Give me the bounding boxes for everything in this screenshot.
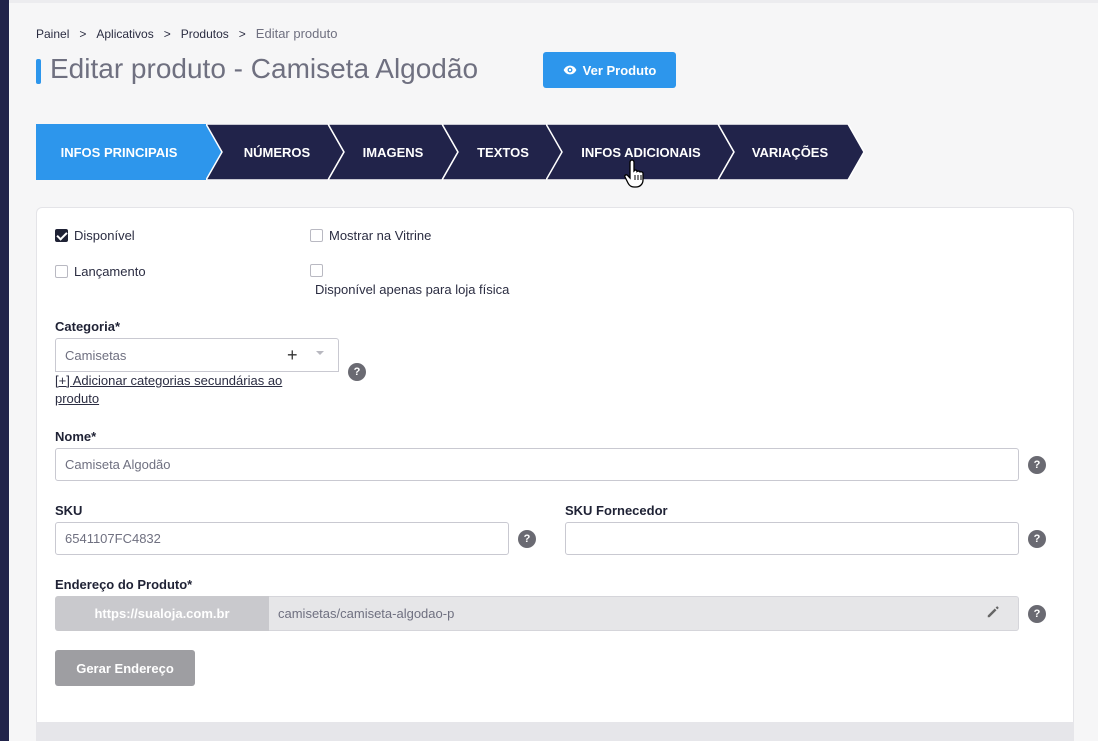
eye-icon (563, 65, 576, 75)
title-accent-bar (36, 59, 41, 84)
tab-imagens[interactable]: IMAGENS (328, 124, 458, 180)
tab-label: INFOS PRINCIPAIS (60, 144, 178, 160)
url-prefix: https://sualoja.com.br (55, 596, 269, 631)
add-secondary-categories-link[interactable]: [+] Adicionar categorias secundárias ao … (55, 372, 325, 408)
tab-variacoes[interactable]: VARIAÇÕES (718, 124, 866, 180)
tab-label: NÚMEROS (243, 144, 311, 160)
loja-fisica-label: Disponível apenas para loja física (315, 282, 510, 297)
endereco-label: Endereço do Produto* (55, 577, 193, 592)
breadcrumb: Painel > Aplicativos > Produtos > Editar… (36, 26, 337, 41)
sku-label: SKU (55, 503, 83, 518)
help-icon[interactable]: ? (348, 363, 366, 381)
card-footer-strip (36, 722, 1074, 741)
endereco-value: camisetas/camiseta-algodao-p (278, 606, 455, 621)
tab-infos-principais[interactable]: INFOS PRINCIPAIS (36, 124, 222, 180)
disponivel-checkbox[interactable]: Disponível (55, 228, 135, 243)
breadcrumb-aplicativos[interactable]: Aplicativos (96, 27, 153, 41)
top-divider (9, 0, 1098, 3)
page-title: Editar produto - Camiseta Algodão (50, 53, 479, 84)
help-icon[interactable]: ? (1028, 605, 1046, 623)
tab-numeros[interactable]: NÚMEROS (206, 124, 344, 180)
help-icon[interactable]: ? (1028, 530, 1046, 548)
nome-field[interactable]: Camiseta Algodão (55, 448, 1019, 481)
sku-fornecedor-label: SKU Fornecedor (565, 503, 668, 518)
tab-label: TEXTOS (477, 144, 529, 160)
generate-address-button[interactable]: Gerar Endereço (55, 650, 195, 686)
categoria-label: Categoria* (55, 319, 121, 334)
add-category-icon[interactable]: + (287, 345, 298, 366)
help-icon[interactable]: ? (518, 530, 536, 548)
view-product-label: Ver Produto (582, 62, 657, 78)
help-icon[interactable]: ? (1028, 456, 1046, 474)
categoria-value: Camisetas (65, 347, 127, 363)
vitrine-checkbox[interactable]: Mostrar na Vitrine (310, 228, 431, 243)
sku-value: 6541107FC4832 (65, 531, 161, 546)
sku-fornecedor-field[interactable] (565, 522, 1019, 555)
tab-label: VARIAÇÕES (751, 144, 829, 160)
tab-label: IMAGENS (362, 144, 424, 160)
vitrine-label: Mostrar na Vitrine (329, 228, 432, 243)
hand-cursor-icon (624, 159, 644, 188)
endereco-field[interactable]: camisetas/camiseta-algodao-p (269, 596, 1019, 631)
breadcrumb-painel[interactable]: Painel (36, 27, 69, 41)
pencil-icon[interactable] (986, 605, 1000, 619)
nome-label: Nome* (55, 429, 97, 444)
view-product-button[interactable]: Ver Produto (543, 52, 676, 88)
loja-fisica-checkbox[interactable] (310, 264, 323, 277)
product-tabs: INFOS PRINCIPAIS NÚMEROS IMAGENS TEXTOS … (36, 124, 866, 180)
nome-value: Camiseta Algodão (65, 457, 171, 472)
left-sidebar-strip (0, 0, 9, 741)
lancamento-checkbox[interactable]: Lançamento (55, 264, 146, 279)
breadcrumb-produtos[interactable]: Produtos (181, 27, 229, 41)
lancamento-label: Lançamento (74, 264, 146, 279)
checkbox-box[interactable] (310, 229, 323, 242)
checkbox-box[interactable] (55, 229, 68, 242)
breadcrumb-separator: > (163, 26, 171, 41)
sku-field[interactable]: 6541107FC4832 (55, 522, 509, 555)
breadcrumb-separator: > (79, 26, 87, 41)
chevron-down-icon[interactable] (316, 351, 324, 355)
disponivel-label: Disponível (74, 228, 135, 243)
breadcrumb-current: Editar produto (255, 26, 338, 41)
checkbox-box[interactable] (55, 265, 68, 278)
breadcrumb-separator: > (238, 26, 246, 41)
